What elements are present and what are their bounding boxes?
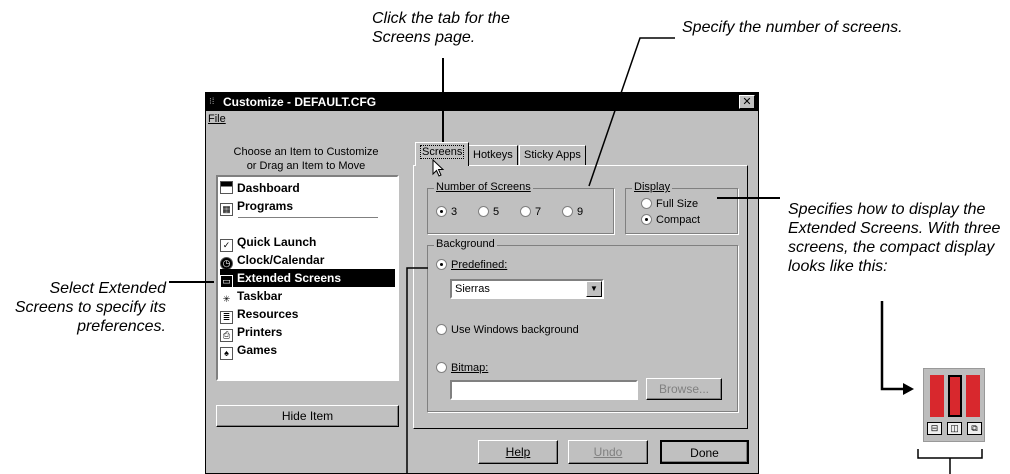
tab-screens-label: Screens [420, 145, 465, 159]
callout-lines [169, 37, 983, 474]
mouse-cursor-icon [432, 159, 445, 177]
page: Click the tab for the Screens page. Spec… [0, 0, 1010, 474]
